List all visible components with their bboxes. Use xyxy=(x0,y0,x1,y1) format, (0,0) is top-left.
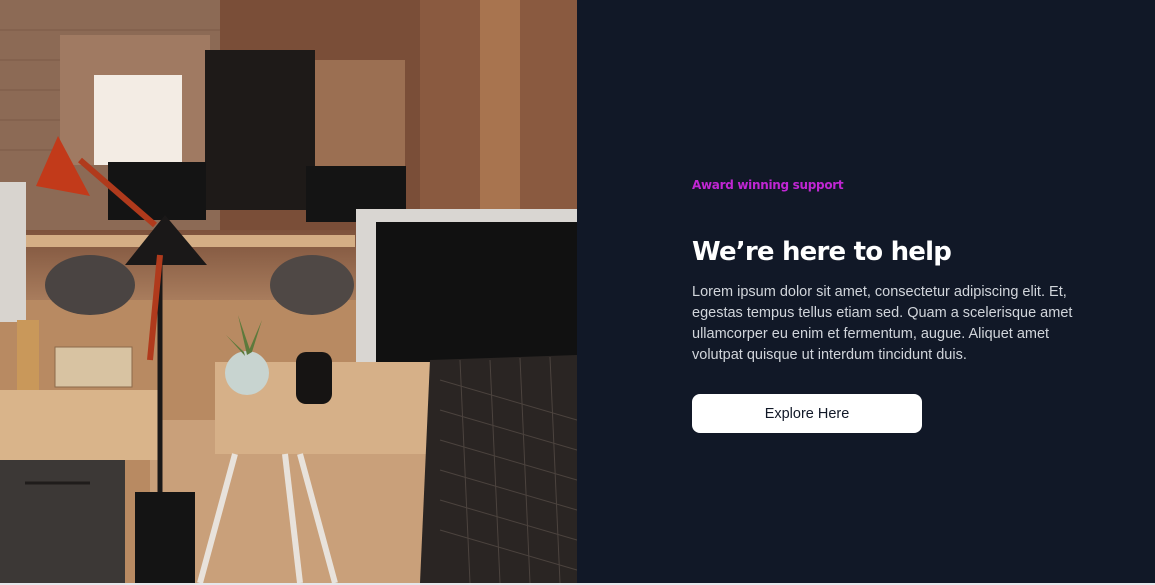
hero-content: Award winning support We’re here to help… xyxy=(692,178,1102,433)
hero-description: Lorem ipsum dolor sit amet, consectetur … xyxy=(692,284,1073,363)
office-photo xyxy=(0,0,577,583)
content-panel: Award winning support We’re here to help… xyxy=(577,0,1155,583)
eyebrow-label: Award winning support xyxy=(692,178,844,192)
hero-heading: We’re here to help xyxy=(692,237,952,267)
explore-button[interactable]: Explore Here xyxy=(692,394,922,433)
hero-section: Award winning support We’re here to help… xyxy=(0,0,1155,585)
